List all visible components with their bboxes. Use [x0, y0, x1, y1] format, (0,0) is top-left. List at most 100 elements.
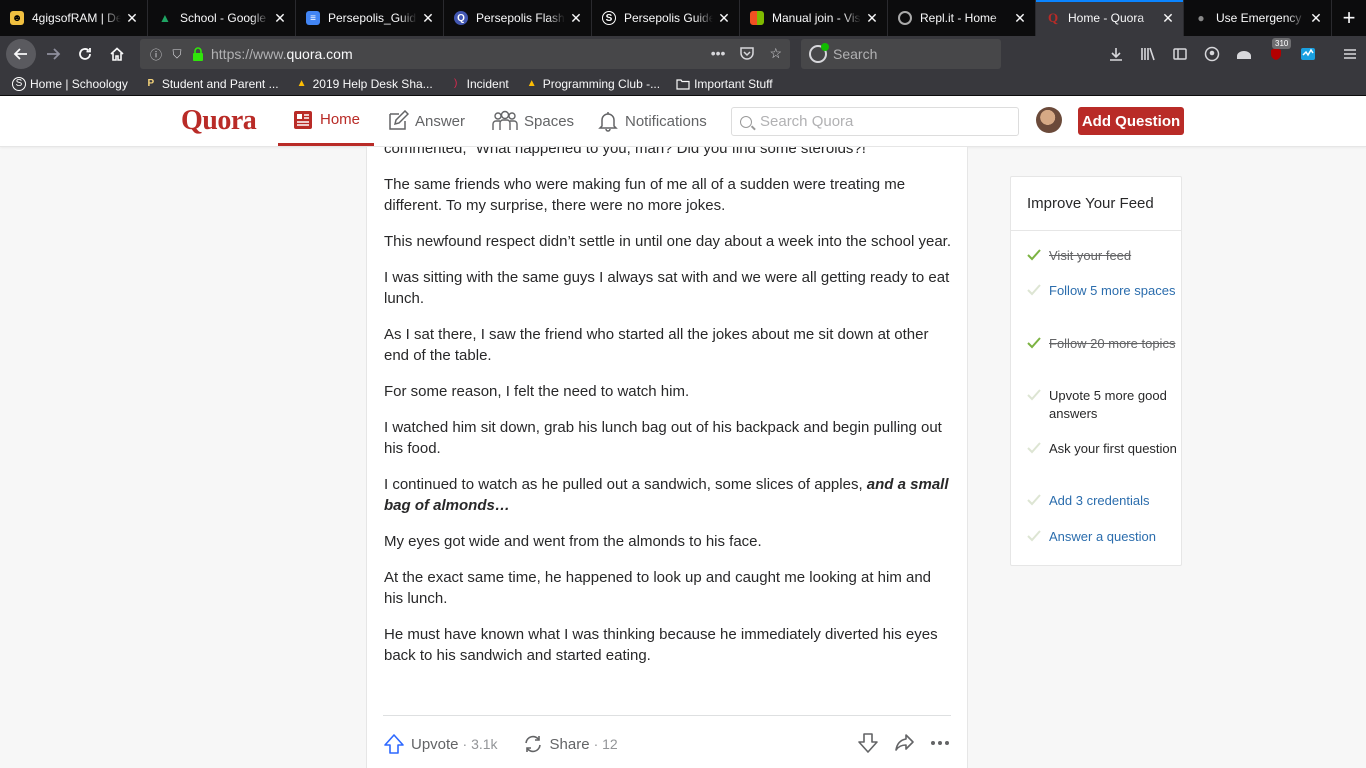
nav-notifications[interactable]: Notifications [597, 96, 707, 146]
bookmark-label: Important Stuff [694, 76, 773, 91]
powerschool-icon: P [147, 78, 155, 89]
search-icon [740, 115, 752, 128]
tab-home-quora[interactable]: Q Home - Quora ✕ [1036, 0, 1184, 36]
feed-task-visit-feed[interactable]: Visit your feed [1027, 247, 1177, 265]
home-feed-icon [292, 109, 314, 131]
close-icon[interactable]: ✕ [865, 10, 879, 27]
bookmark-label: Student and Parent ... [161, 76, 279, 91]
tab-title: Home - Quora [1068, 11, 1145, 25]
house-icon [110, 47, 124, 61]
bookmark-label: 2019 Help Desk Sha... [312, 76, 433, 91]
nav-spaces-label: Spaces [524, 112, 575, 130]
answer-actions-right [857, 732, 951, 758]
schoology-icon: S [12, 76, 26, 91]
share-arrow-icon[interactable] [893, 732, 915, 758]
google-docs-icon: ≡ [306, 11, 320, 25]
close-icon[interactable]: ✕ [717, 10, 731, 27]
download-icon[interactable] [1100, 36, 1132, 72]
close-icon[interactable]: ✕ [1013, 10, 1027, 27]
hamburger-menu-icon[interactable] [1334, 36, 1366, 72]
more-options-icon[interactable] [929, 732, 951, 758]
feed-task-label: Add 3 credentials [1049, 493, 1150, 508]
share-count: · 12 [593, 736, 618, 752]
home-button[interactable] [102, 39, 132, 69]
share-button[interactable]: Share · 12 [522, 733, 618, 755]
close-icon[interactable]: ✕ [421, 10, 435, 27]
discord-like-icon: ☻ [10, 11, 24, 25]
tab-manual-join[interactable]: Manual join - Vis ✕ [740, 0, 888, 36]
quora-logo[interactable]: Quora [181, 105, 257, 137]
reload-button[interactable] [70, 39, 100, 69]
sidebar-icon[interactable] [1164, 36, 1196, 72]
info-icon[interactable]: ⓘ [148, 46, 164, 62]
pulse-extension-icon[interactable] [1292, 36, 1324, 72]
bookmark-label: Programming Club -... [542, 76, 661, 91]
close-icon[interactable]: ✕ [1309, 10, 1323, 27]
bookmark-programming-club[interactable]: ▲ Programming Club -... [525, 77, 660, 91]
nav-home-label: Home [320, 111, 361, 128]
incident-icon: ) [454, 78, 458, 89]
answer-paragraph: I was sitting with the same guys I alway… [384, 269, 950, 307]
downvote-arrow-icon[interactable] [857, 732, 879, 758]
back-arrow-icon [13, 48, 27, 60]
tab-persepolis-guide-doc[interactable]: ≡ Persepolis_Guide ✕ [296, 0, 444, 36]
bookmark-schoology[interactable]: S Home | Schoology [12, 76, 128, 91]
check-icon [1027, 389, 1041, 401]
bookmark-incident[interactable]: ) Incident [449, 77, 509, 91]
nav-home[interactable]: Home [278, 96, 374, 146]
replit-icon [898, 11, 912, 25]
improve-feed-title: Improve Your Feed [1011, 177, 1181, 231]
close-icon[interactable]: ✕ [125, 10, 139, 27]
back-button[interactable] [6, 39, 36, 69]
google-drive-icon: ▲ [526, 78, 537, 89]
close-icon[interactable]: ✕ [1161, 10, 1175, 27]
check-icon [1027, 249, 1041, 261]
apple-icon: ● [1197, 11, 1205, 25]
toolbar-right: 310 [1100, 36, 1366, 72]
feed-task-answer-question[interactable]: Answer a question [1027, 528, 1177, 546]
bookmark-student-parent[interactable]: P Student and Parent ... [144, 77, 279, 91]
nav-answer[interactable]: Answer [387, 96, 465, 146]
lock-icon[interactable] [190, 46, 206, 62]
feed-task-follow-topics[interactable]: Follow 20 more topics [1027, 335, 1177, 353]
feed-task-upvote[interactable]: Upvote 5 more good answers [1027, 387, 1177, 423]
answer-paragraph: For some reason, I felt the need to watc… [384, 383, 690, 400]
new-tab-button[interactable]: + [1332, 0, 1366, 36]
tab-4gigsofram[interactable]: ☻ 4gigsofRAM | De ✕ [0, 0, 148, 36]
tab-persepolis-flash[interactable]: Q Persepolis Flash ✕ [444, 0, 592, 36]
browser-search-field[interactable]: Search [801, 39, 1001, 69]
feed-task-add-credentials[interactable]: Add 3 credentials [1027, 492, 1177, 510]
nav-spaces[interactable]: Spaces [492, 96, 574, 146]
close-icon[interactable]: ✕ [273, 10, 287, 27]
upvote-button[interactable]: Upvote · 3.1k [383, 733, 498, 755]
avatar[interactable] [1036, 107, 1062, 133]
answer-paragraph: My eyes got wide and went from the almon… [384, 533, 762, 550]
ublock-extension-icon[interactable]: 310 [1260, 36, 1292, 72]
extension-icon[interactable] [1228, 36, 1260, 72]
add-question-button[interactable]: Add Question [1078, 107, 1184, 135]
close-icon[interactable]: ✕ [569, 10, 583, 27]
page-actions-icon[interactable]: ••• [711, 45, 726, 64]
answer-text-plain: I continued to watch as he pulled out a … [384, 476, 867, 493]
tab-persepolis-guide-schoology[interactable]: S Persepolis Guide ✕ [592, 0, 740, 36]
quora-search-input[interactable]: Search Quora [731, 107, 1019, 136]
library-icon[interactable] [1132, 36, 1164, 72]
bookmark-important-stuff[interactable]: Important Stuff [676, 77, 773, 91]
pocket-icon[interactable] [739, 45, 755, 64]
feed-task-follow-spaces[interactable]: Follow 5 more spaces [1027, 282, 1177, 300]
reshare-icon [522, 733, 544, 755]
feed-task-ask-question[interactable]: Ask your first question [1027, 440, 1177, 458]
forward-button[interactable] [38, 39, 68, 69]
tracking-shield-icon[interactable]: ⛉ [169, 46, 185, 62]
upvote-arrow-icon [383, 733, 405, 755]
bookmark-star-icon[interactable]: ☆ [769, 45, 782, 64]
tab-replit[interactable]: Repl.it - Home ✕ [888, 0, 1036, 36]
account-icon[interactable] [1196, 36, 1228, 72]
tab-school-google[interactable]: ▲ School - Google ✕ [148, 0, 296, 36]
tab-use-emergency[interactable]: ● Use Emergency ✕ [1184, 0, 1332, 36]
answer-paragraph: I watched him sit down, grab his lunch b… [384, 419, 942, 457]
address-bar[interactable]: ⓘ ⛉ https://www. quora.com ••• ☆ [140, 39, 790, 69]
answer-paragraph: As I sat there, I saw the friend who sta… [384, 326, 929, 364]
bookmark-help-desk[interactable]: ▲ 2019 Help Desk Sha... [295, 77, 433, 91]
check-icon [1027, 494, 1041, 506]
